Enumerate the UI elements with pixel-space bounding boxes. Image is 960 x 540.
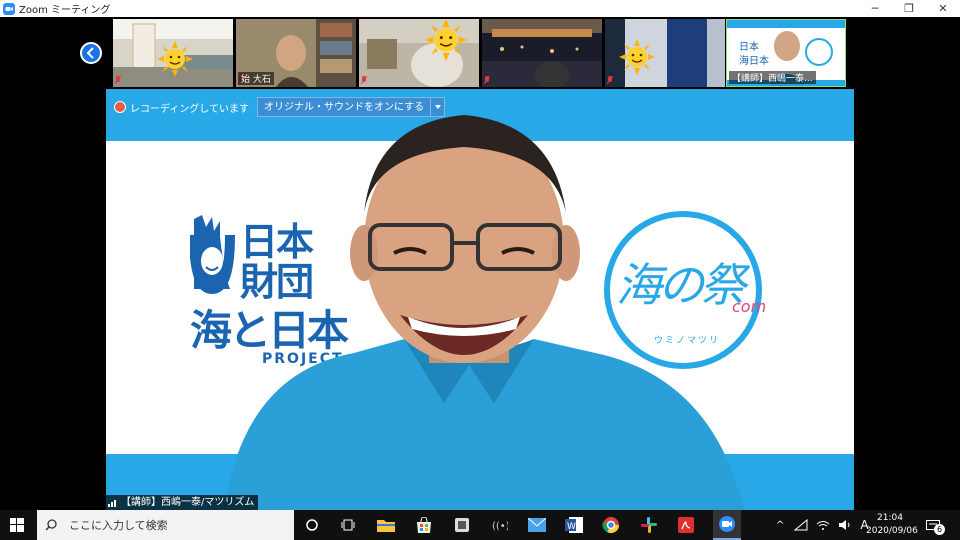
signal-bars-icon — [108, 500, 116, 507]
taskbar-clock[interactable]: 21:04 2020/09/06 — [866, 512, 918, 538]
wifi-icon[interactable] — [816, 519, 830, 531]
participant-tile-1[interactable] — [113, 19, 233, 87]
clock-date: 2020/09/06 — [866, 526, 918, 536]
recording-status: レコーディングしています — [130, 103, 249, 115]
mic-muted-icon — [361, 76, 367, 84]
participant-tile-5[interactable] — [605, 19, 725, 87]
participant-tile-4[interactable] — [482, 19, 602, 87]
app-icon[interactable] — [452, 515, 472, 535]
previous-page-button[interactable] — [80, 42, 102, 64]
participant-tile-3[interactable] — [359, 19, 479, 87]
speaker-name: 【講師】西嶋一泰/マツリズム — [121, 497, 255, 508]
svg-text:日本: 日本 — [739, 40, 759, 53]
cortana-icon[interactable] — [302, 515, 322, 535]
mail-icon[interactable] — [527, 515, 547, 535]
windows-taskbar: ここに入力して検索 ((•)) W ^ A 21:04 2020/09/06 6 — [0, 510, 960, 540]
recording-dot-icon — [114, 101, 126, 113]
media-app-icon[interactable]: ((•)) — [490, 515, 510, 535]
close-button[interactable]: ✕ — [926, 0, 960, 17]
chevron-left-icon — [86, 47, 94, 59]
mic-muted-icon — [484, 76, 490, 84]
mic-muted-icon — [115, 76, 121, 84]
participant-name: 始 大石 — [238, 72, 274, 85]
participant-tile-2[interactable]: 始 大石 — [236, 19, 356, 87]
clock-time: 21:04 — [877, 513, 903, 523]
word-icon[interactable]: W — [564, 515, 584, 535]
participant-video — [482, 19, 602, 87]
network-icon[interactable] — [794, 519, 808, 531]
sun-sticker-icon — [425, 19, 467, 61]
window-title: Zoom ミーティング — [19, 5, 111, 16]
acrobat-icon[interactable] — [676, 515, 696, 535]
original-sound-dropdown[interactable] — [431, 97, 446, 117]
taskbar-search-box[interactable]: ここに入力して検索 — [37, 510, 294, 540]
notification-count-badge: 6 — [934, 524, 945, 535]
zoom-app-icon — [3, 2, 15, 15]
svg-text:((•)): ((•)) — [492, 521, 508, 531]
file-explorer-icon[interactable] — [376, 515, 396, 535]
sun-sticker-icon — [619, 39, 655, 75]
system-tray: ^ A — [776, 510, 869, 540]
action-center-button[interactable]: 6 — [926, 517, 946, 535]
active-speaker-video: 日本 財団 海と日本 PROJECT 海の祭 com ウミノマツリ レコーディン… — [106, 89, 854, 510]
store-icon[interactable] — [414, 515, 434, 535]
restore-button[interactable]: ❐ — [892, 0, 926, 17]
windows-start-icon[interactable] — [10, 518, 24, 532]
task-view-icon[interactable] — [338, 515, 358, 535]
chrome-icon[interactable] — [601, 515, 621, 535]
original-sound-button[interactable]: オリジナル・サウンドをオンにする — [257, 97, 432, 117]
minimize-button[interactable]: ─ — [858, 0, 892, 17]
window-titlebar: Zoom ミーティング ─ ❐ ✕ — [0, 0, 960, 17]
search-placeholder: ここに入力して検索 — [69, 519, 168, 532]
speaker-person — [224, 115, 744, 510]
participant-name: 【講師】西嶋一泰... — [729, 71, 816, 84]
svg-text:海日本: 海日本 — [739, 54, 769, 67]
mic-muted-icon — [607, 76, 613, 84]
slack-icon[interactable] — [639, 515, 659, 535]
search-icon — [45, 519, 57, 531]
show-hidden-icons-icon[interactable]: ^ — [776, 520, 784, 531]
speaker-name-tag: 【講師】西嶋一泰/マツリズム — [106, 495, 259, 510]
zoom-taskbar-icon[interactable] — [713, 510, 741, 540]
sun-sticker-icon — [157, 41, 193, 77]
recording-bar: レコーディングしています オリジナル・サウンドをオンにする — [114, 97, 446, 117]
participant-tile-6-active[interactable]: 日本 海日本 【講師】西嶋一泰... — [726, 19, 846, 87]
chevron-down-icon — [434, 105, 441, 109]
svg-text:W: W — [567, 522, 576, 532]
volume-icon[interactable] — [838, 519, 852, 531]
